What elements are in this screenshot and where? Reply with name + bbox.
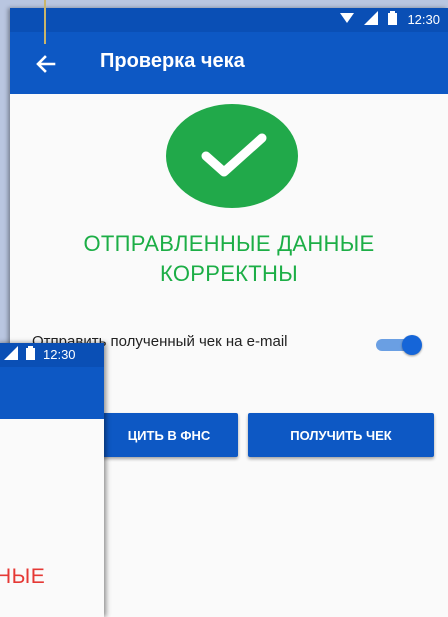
status-bar-front: 12:30 xyxy=(0,343,104,367)
success-message: ОТПРАВЛЕННЫЕ ДАННЫЕ КОРРЕКТНЫ xyxy=(10,229,448,289)
email-toggle[interactable] xyxy=(376,335,422,355)
wifi-icon xyxy=(340,12,355,27)
battery-icon xyxy=(388,11,398,28)
front-phone-screen: 12:30 НЫЕ xyxy=(0,343,104,617)
status-bar: 12:30 xyxy=(10,8,448,32)
send-to-fns-button[interactable]: ЦИТЬ В ФНС xyxy=(100,413,238,457)
page-title: Проверка чека xyxy=(100,50,245,72)
app-toolbar-front xyxy=(0,367,104,419)
signal-icon xyxy=(364,11,379,28)
status-time-front: 12:30 xyxy=(43,347,76,362)
success-line-1: ОТПРАВЛЕННЫЕ ДАННЫЕ xyxy=(83,231,375,256)
toggle-thumb xyxy=(402,335,422,355)
battery-icon-front xyxy=(26,346,35,363)
back-arrow-icon[interactable] xyxy=(32,50,60,78)
success-check-icon xyxy=(166,104,298,208)
edge-divider xyxy=(44,0,46,44)
success-line-2: КОРРЕКТНЫ xyxy=(159,261,299,286)
error-message-fragment: НЫЕ xyxy=(0,565,46,588)
get-receipt-button[interactable]: ПОЛУЧИТЬ ЧЕК xyxy=(248,413,434,457)
signal-icon-front xyxy=(4,346,18,363)
app-toolbar: Проверка чека xyxy=(10,32,448,94)
status-time: 12:30 xyxy=(407,12,440,27)
